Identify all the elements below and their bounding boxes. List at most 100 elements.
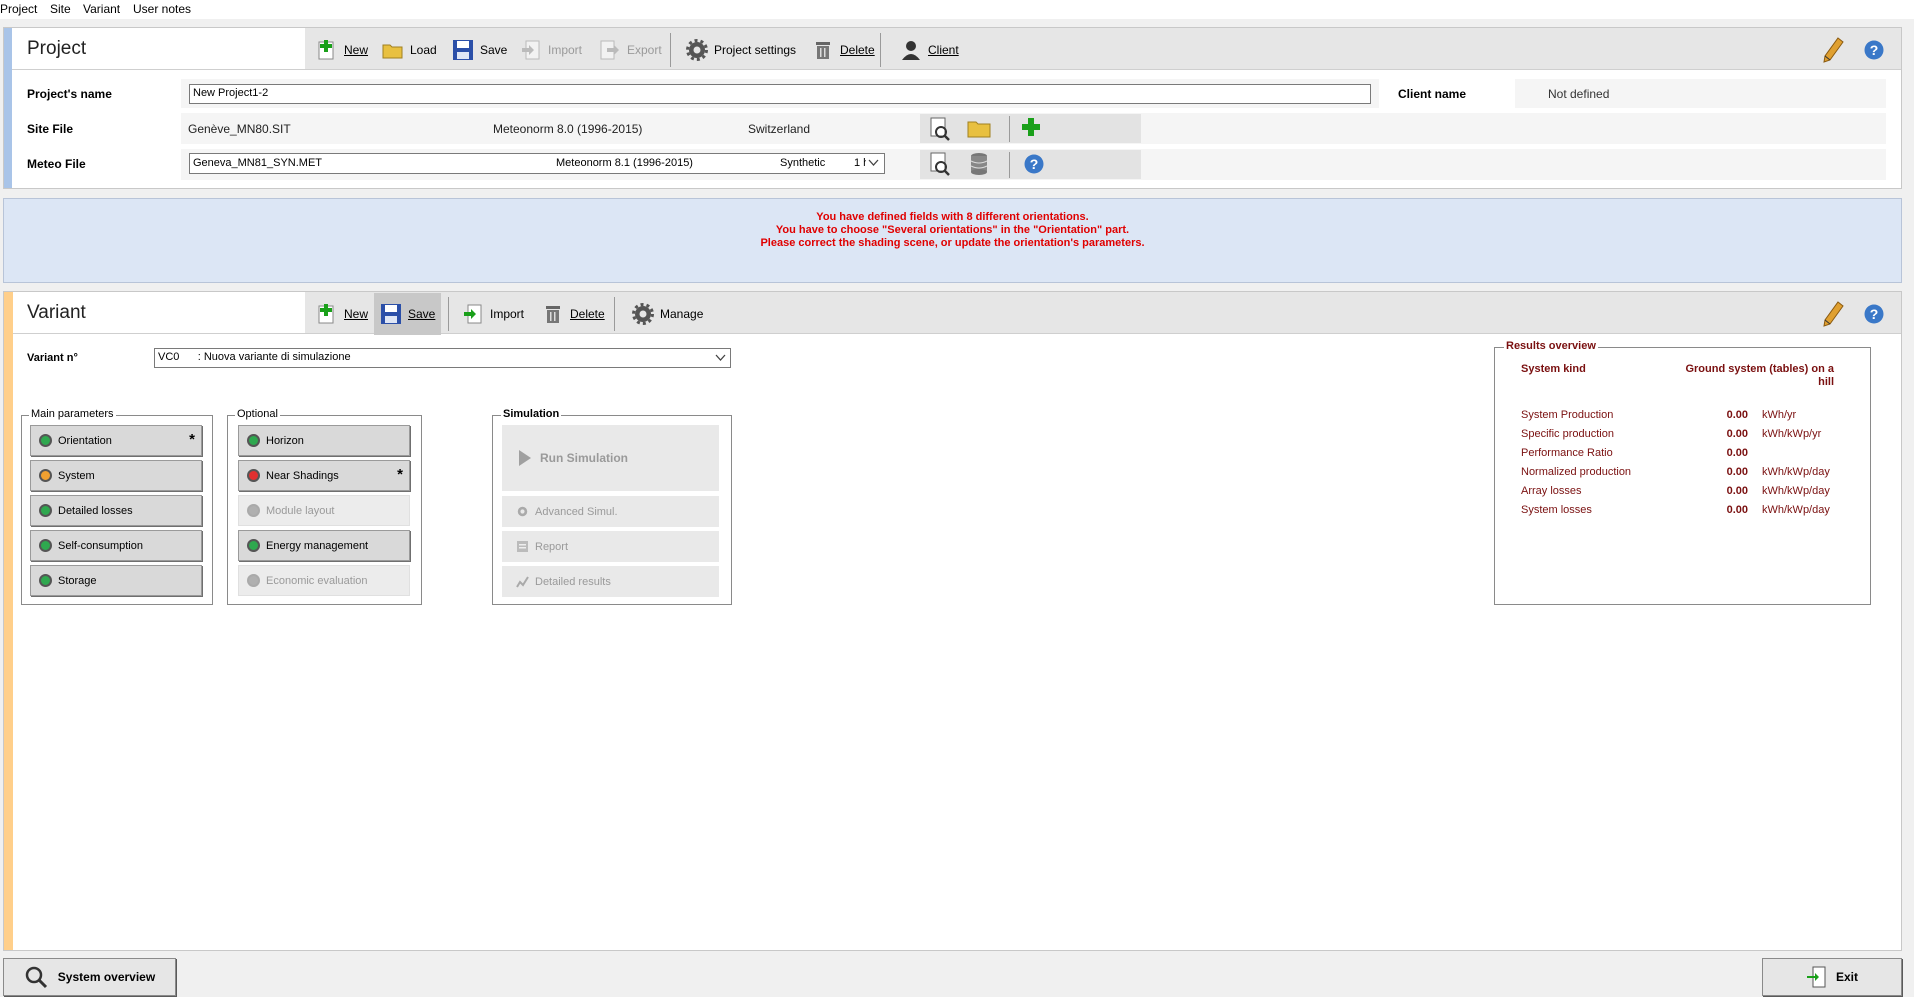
variant-delete-button[interactable]: Delete — [536, 293, 611, 335]
system-overview-button[interactable]: System overview — [3, 958, 176, 996]
magnifier-doc-icon[interactable] — [929, 152, 951, 176]
status-led-icon — [39, 574, 52, 587]
project-import-button[interactable]: Import — [514, 29, 588, 71]
parameter-label: Economic evaluation — [266, 574, 368, 587]
variant-number-label: Variant n° — [27, 352, 78, 364]
meteo-file-name: Geneva_MN81_SYN.MET — [193, 157, 322, 169]
optional-button[interactable]: Horizon — [238, 425, 410, 456]
project-export-button[interactable]: Export — [593, 29, 668, 71]
result-row: Performance Ratio 0.00 — [1494, 447, 1864, 463]
meteo-file-type: Synthetic — [780, 157, 826, 169]
project-settings-button[interactable]: Project settings — [680, 29, 802, 71]
project-settings-label: Project settings — [714, 43, 797, 57]
exit-label: Exit — [1835, 970, 1858, 984]
result-row: System losses 0.00 kWh/kWp/day — [1494, 504, 1864, 520]
menu-site[interactable]: Site — [50, 2, 71, 16]
variant-import-button[interactable]: Import — [456, 293, 530, 335]
optional-title: Optional — [235, 408, 280, 420]
menu-project[interactable]: Project — [0, 2, 37, 16]
project-name-field[interactable]: New Project1-2 — [189, 84, 1371, 104]
help-icon[interactable]: ? — [1864, 40, 1884, 60]
export-icon — [600, 40, 619, 60]
plus-icon[interactable] — [1021, 117, 1041, 137]
variant-save-button[interactable]: Save — [374, 293, 442, 335]
project-client-button[interactable]: Client — [894, 29, 965, 71]
result-value: 0.00 — [1726, 447, 1748, 459]
folder-icon[interactable] — [967, 118, 991, 138]
magnifier-doc-icon[interactable] — [929, 117, 951, 141]
report-button[interactable]: Report — [502, 531, 719, 562]
advanced-simulation-button[interactable]: Advanced Simul. — [502, 496, 719, 527]
menu-user-notes[interactable]: User notes — [133, 2, 191, 16]
result-row: Array losses 0.00 kWh/kWp/day — [1494, 485, 1864, 501]
result-value: 0.00 — [1726, 485, 1748, 497]
result-value: 0.00 — [1726, 504, 1748, 516]
pencil-icon[interactable] — [1822, 301, 1844, 327]
status-led-icon — [247, 504, 260, 517]
parameter-label: Energy management — [266, 539, 369, 552]
gear-icon — [517, 506, 528, 517]
parameter-label: Storage — [58, 574, 97, 587]
modified-star: * — [189, 431, 195, 448]
report-label: Report — [535, 540, 569, 553]
result-row: Specific production 0.00 kWh/kWp/yr — [1494, 428, 1864, 444]
optional-button[interactable]: Near Shadings * — [238, 460, 410, 491]
meteo-file-source: Meteonorm 8.1 (1996-2015) — [556, 157, 693, 169]
variant-number-select[interactable]: VC0 : Nuova variante di simulazione — [154, 348, 731, 368]
exit-icon — [1806, 966, 1826, 988]
system-overview-label: System overview — [57, 970, 156, 984]
result-unit: kWh/kWp/day — [1762, 466, 1830, 478]
status-led-icon — [39, 504, 52, 517]
optional-button[interactable]: Energy management — [238, 530, 410, 561]
parameter-label: Self-consumption — [58, 539, 143, 552]
variant-new-label: New — [344, 307, 369, 321]
project-save-button[interactable]: Save — [446, 29, 513, 71]
parameter-label: System — [58, 469, 95, 482]
project-name-label: Project's name — [27, 87, 112, 101]
simulation-title: Simulation — [501, 408, 562, 420]
variant-manage-button[interactable]: Manage — [626, 293, 709, 335]
run-simulation-label: Run Simulation — [540, 451, 628, 465]
results-table: System Production 0.00 kWh/yr Specific prod… — [1494, 409, 1871, 519]
project-accent-bar — [4, 28, 12, 188]
play-icon — [519, 450, 531, 466]
system-kind-value-line-1: Ground system (tables) on a — [1685, 363, 1834, 375]
pencil-icon[interactable] — [1822, 37, 1844, 63]
menu-variant[interactable]: Variant — [83, 2, 120, 16]
help-icon[interactable]: ? — [1864, 304, 1884, 324]
exit-button[interactable]: Exit — [1762, 958, 1902, 996]
variant-manage-label: Manage — [660, 307, 704, 321]
project-load-button[interactable]: Load — [376, 29, 443, 71]
toolbar-separator — [614, 297, 615, 331]
trash-icon — [816, 42, 830, 59]
main-parameters-button[interactable]: System — [30, 460, 202, 491]
meteo-file-select[interactable]: Geneva_MN81_SYN.MET Meteonorm 8.1 (1996-… — [189, 153, 885, 174]
result-name: System Production — [1521, 409, 1614, 421]
parameter-label: Detailed losses — [58, 504, 133, 517]
project-toolbar: New Load Save Import Export Project sett… — [306, 29, 1006, 71]
project-save-label: Save — [480, 43, 508, 57]
person-icon — [902, 41, 920, 60]
meteo-file-label: Meteo File — [27, 157, 86, 171]
optional-button[interactable]: Economic evaluation — [238, 565, 410, 596]
meteo-file-step: 1 h — [854, 157, 866, 169]
parameter-label: Module layout — [266, 504, 335, 517]
parameter-label: Near Shadings — [266, 469, 339, 482]
advanced-simulation-label: Advanced Simul. — [535, 505, 618, 518]
main-parameters-button[interactable]: Storage — [30, 565, 202, 596]
project-new-button[interactable]: New — [310, 29, 374, 71]
detailed-results-label: Detailed results — [535, 575, 611, 588]
main-parameters-button[interactable]: Self-consumption — [30, 530, 202, 561]
variant-new-button[interactable]: New — [310, 293, 374, 335]
main-parameters-button[interactable]: Detailed losses — [30, 495, 202, 526]
help-icon[interactable]: ? — [1024, 154, 1044, 174]
detailed-results-button[interactable]: Detailed results — [502, 566, 719, 597]
trash-icon — [546, 306, 560, 323]
main-parameters-button[interactable]: Orientation * — [30, 425, 202, 456]
run-simulation-button[interactable]: Run Simulation — [502, 425, 719, 491]
gear-icon — [686, 39, 708, 61]
database-icon[interactable] — [969, 152, 989, 176]
optional-button[interactable]: Module layout — [238, 495, 410, 526]
project-delete-button[interactable]: Delete — [806, 29, 881, 71]
status-led-icon — [39, 539, 52, 552]
